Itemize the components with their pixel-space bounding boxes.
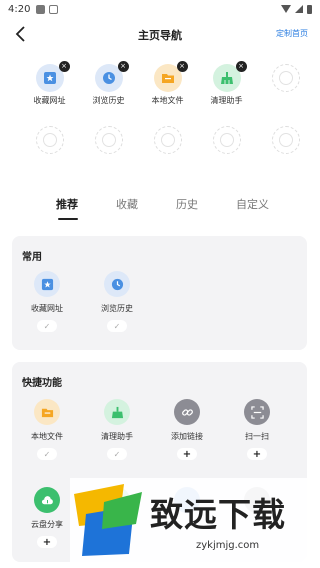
category-tabs: 推荐 收藏 历史 自定义 — [0, 196, 320, 220]
empty-slot-icon — [94, 126, 123, 154]
add-plus-icon[interactable]: + — [37, 536, 57, 548]
added-check-icon: ✓ — [107, 320, 127, 332]
wifi-icon — [281, 5, 291, 13]
item-label: 添加链接 — [171, 432, 203, 441]
remove-icon[interactable]: × — [176, 61, 188, 72]
watermark-logo-icon — [74, 484, 142, 556]
nav-slot-empty[interactable] — [256, 126, 315, 174]
watermark: 致远下载 zykjmjg.com — [70, 478, 320, 568]
nav-slot-label: 收藏网址 — [33, 96, 66, 105]
notification-icon-2 — [49, 4, 59, 14]
empty-slot-icon — [271, 126, 300, 154]
item-label: 云盘分享 — [31, 520, 63, 529]
page-title: 主页导航 — [138, 29, 182, 42]
nav-slot-label: 清理助手 — [210, 96, 243, 105]
quick-item-local-files[interactable]: 本地文件 ✓ — [12, 399, 82, 481]
common-card: 常用 收藏网址 ✓ 浏览历史 ✓ — [12, 236, 307, 350]
remove-icon[interactable]: × — [117, 61, 129, 72]
watermark-url: zykjmjg.com — [196, 540, 260, 551]
remove-icon[interactable]: × — [58, 61, 70, 72]
added-check-icon: ✓ — [37, 320, 57, 332]
nav-slot-empty[interactable] — [138, 126, 197, 174]
add-plus-icon[interactable]: + — [177, 448, 197, 460]
common-item-history[interactable]: 浏览历史 ✓ — [82, 271, 152, 353]
empty-slot-icon — [153, 126, 182, 154]
quick-item-add-link[interactable]: 添加链接 + — [152, 399, 222, 481]
customize-homepage-link[interactable]: 定制首页 — [276, 28, 308, 39]
status-bar: 4:20 — [0, 0, 320, 18]
card-title: 快捷功能 — [22, 378, 62, 389]
status-time: 4:20 — [8, 3, 31, 15]
broom-icon: × — [212, 61, 247, 92]
broom-icon — [104, 399, 130, 425]
nav-slot-label: 浏览历史 — [92, 96, 125, 105]
header: 主页导航 定制首页 — [0, 18, 320, 50]
folder-icon — [34, 399, 60, 425]
folder-icon: × — [153, 61, 188, 92]
item-label: 本地文件 — [31, 432, 63, 441]
empty-slot-icon — [35, 126, 64, 154]
added-check-icon: ✓ — [107, 448, 127, 460]
notification-icon — [36, 4, 46, 14]
quick-item-scan[interactable]: 扫一扫 + — [222, 399, 292, 481]
nav-slot-empty[interactable] — [79, 126, 138, 174]
battery-icon — [307, 4, 312, 14]
nav-slot-label: 本地文件 — [151, 96, 184, 105]
item-label: 浏览历史 — [101, 304, 133, 313]
link-icon — [174, 399, 200, 425]
added-check-icon: ✓ — [37, 448, 57, 460]
empty-slot-icon — [212, 126, 241, 154]
nav-slot-history[interactable]: × 浏览历史 — [79, 61, 138, 112]
nav-slot-empty[interactable] — [256, 64, 315, 112]
tab-custom[interactable]: 自定义 — [236, 196, 296, 218]
add-plus-icon[interactable]: + — [247, 448, 267, 460]
tab-recommended[interactable]: 推荐 — [56, 196, 116, 220]
watermark-text: 致远下载 — [150, 495, 286, 534]
signal-icon — [295, 5, 303, 13]
clock-icon: × — [94, 61, 129, 92]
nav-slot-bookmarks[interactable]: × 收藏网址 — [20, 61, 79, 112]
bookmark-icon: × — [35, 61, 70, 92]
card-title: 常用 — [22, 252, 42, 263]
cloud-icon — [34, 487, 60, 513]
homepage-nav-grid: × 收藏网址 × 浏览历史 × 本地文件 × 清理助手 — [20, 50, 320, 174]
scan-icon — [244, 399, 270, 425]
bookmark-icon — [34, 271, 60, 297]
tab-history[interactable]: 历史 — [176, 196, 236, 218]
item-label: 收藏网址 — [31, 304, 63, 313]
common-item-bookmarks[interactable]: 收藏网址 ✓ — [12, 271, 82, 353]
nav-slot-empty[interactable] — [197, 126, 256, 174]
item-label: 清理助手 — [101, 432, 133, 441]
empty-slot-icon — [271, 64, 300, 92]
nav-slot-cleaner[interactable]: × 清理助手 — [197, 61, 256, 112]
nav-slot-empty[interactable] — [20, 126, 79, 174]
quick-item-cleaner[interactable]: 清理助手 ✓ — [82, 399, 152, 481]
item-label: 扫一扫 — [245, 432, 269, 441]
remove-icon[interactable]: × — [235, 61, 247, 72]
nav-slot-local-files[interactable]: × 本地文件 — [138, 61, 197, 112]
clock-icon — [104, 271, 130, 297]
tab-favorites[interactable]: 收藏 — [116, 196, 176, 218]
